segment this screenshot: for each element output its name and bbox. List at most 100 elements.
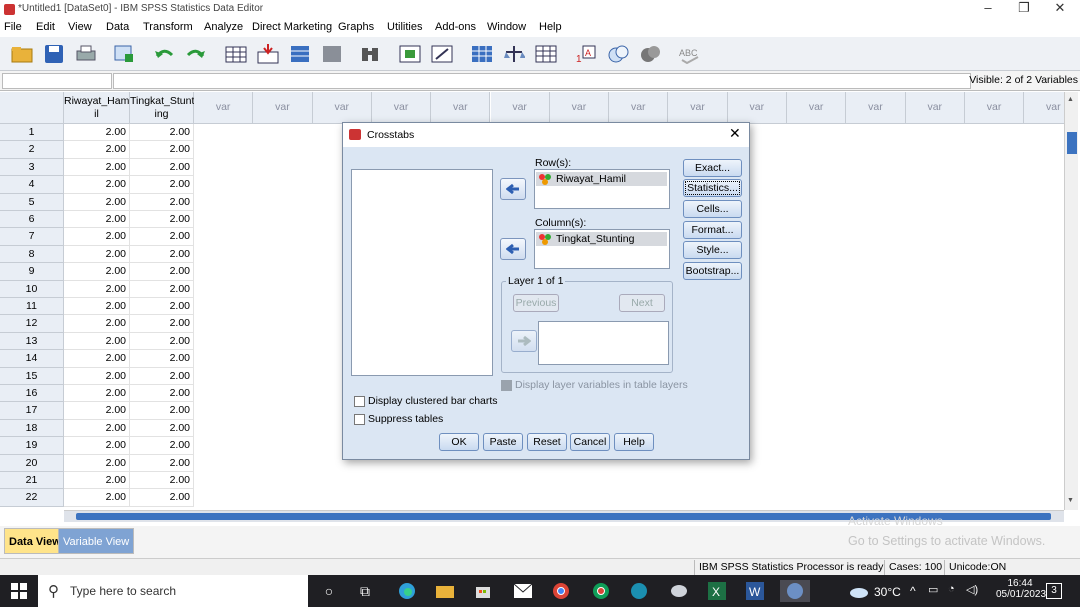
data-cell[interactable]: 2.00 — [130, 315, 194, 333]
row-header[interactable]: 16 — [0, 385, 64, 403]
cell-name-box[interactable] — [2, 73, 112, 89]
column-header-riwayat-hamil[interactable]: Riwayat_Ham il — [64, 92, 130, 124]
scroll-down-icon[interactable]: ▼ — [1067, 497, 1077, 505]
row-header[interactable]: 2 — [0, 141, 64, 159]
column-header-var[interactable]: var — [787, 92, 847, 124]
row-header[interactable]: 9 — [0, 263, 64, 281]
minimize-button[interactable]: – — [970, 0, 1006, 18]
column-header-var[interactable]: var — [668, 92, 728, 124]
data-cell[interactable]: 2.00 — [130, 332, 194, 351]
column-header-var[interactable]: var — [312, 92, 372, 124]
bootstrap-button[interactable]: Bootstrap... — [683, 262, 742, 280]
data-cell[interactable]: 2.00 — [64, 158, 130, 177]
goto-variable-icon[interactable] — [254, 41, 282, 67]
columns-list[interactable]: Tingkat_Stunting — [534, 229, 670, 269]
layer-list[interactable] — [538, 321, 669, 365]
menu-analyze[interactable]: Analyze — [204, 20, 243, 36]
windows-start-icon[interactable] — [6, 580, 32, 602]
data-cell[interactable]: 2.00 — [130, 176, 194, 194]
data-cell[interactable]: 2.00 — [64, 385, 130, 403]
data-cell[interactable]: 2.00 — [64, 332, 130, 351]
menu-addons[interactable]: Add-ons — [435, 20, 476, 36]
row-header[interactable]: 14 — [0, 350, 64, 368]
source-variable-list[interactable] — [351, 169, 493, 376]
menu-graphs[interactable]: Graphs — [338, 20, 374, 36]
data-cell[interactable]: 2.00 — [130, 367, 194, 385]
data-cell[interactable]: 2.00 — [130, 402, 194, 420]
data-cell[interactable]: 2.00 — [130, 385, 194, 403]
variables-icon[interactable] — [286, 41, 314, 67]
column-header-var[interactable]: var — [1024, 92, 1064, 124]
data-cell[interactable]: 2.00 — [64, 419, 130, 438]
column-header-var[interactable]: var — [490, 92, 550, 124]
edge-icon[interactable] — [394, 580, 420, 602]
column-header-var[interactable]: var — [549, 92, 610, 124]
data-cell[interactable]: 2.00 — [64, 193, 130, 211]
pen-app-icon[interactable] — [666, 580, 692, 602]
show-all-variables-icon[interactable] — [636, 41, 664, 67]
exact-button[interactable]: Exact... — [683, 159, 742, 177]
suppress-tables-checkbox[interactable] — [354, 414, 365, 425]
close-window-button[interactable]: ✕ — [1042, 0, 1078, 18]
statistics-button[interactable]: Statistics... — [683, 179, 742, 197]
dialog-close-icon[interactable]: ✕ — [729, 125, 741, 142]
column-header-var[interactable]: var — [846, 92, 906, 124]
rows-variable-item[interactable]: Riwayat_Hamil — [536, 172, 667, 186]
data-cell[interactable]: 2.00 — [130, 472, 194, 490]
clock[interactable]: 16:44 05/01/2023 — [996, 578, 1046, 600]
find-icon[interactable] — [356, 41, 384, 67]
data-cell[interactable]: 2.00 — [64, 245, 130, 264]
data-cell[interactable]: 2.00 — [64, 141, 130, 159]
data-cell[interactable]: 2.00 — [130, 211, 194, 229]
row-header[interactable]: 17 — [0, 402, 64, 420]
redo-icon[interactable] — [182, 41, 210, 67]
row-header[interactable]: 18 — [0, 419, 64, 438]
data-cell[interactable]: 2.00 — [64, 367, 130, 385]
run-descriptives-icon[interactable] — [318, 41, 346, 67]
data-cell[interactable]: 2.00 — [130, 489, 194, 507]
data-cell[interactable]: 2.00 — [130, 298, 194, 316]
value-labels-icon[interactable]: 1A — [572, 41, 600, 67]
style-button[interactable]: Style... — [683, 241, 742, 259]
data-cell[interactable]: 2.00 — [130, 437, 194, 455]
data-cell[interactable]: 2.00 — [64, 489, 130, 507]
cell-value-editor[interactable] — [113, 73, 971, 89]
ok-button[interactable]: OK — [439, 433, 479, 451]
data-cell[interactable]: 2.00 — [64, 437, 130, 455]
data-cell[interactable]: 2.00 — [130, 141, 194, 159]
chrome-icon[interactable] — [548, 580, 574, 602]
column-header-var[interactable]: var — [194, 92, 254, 124]
move-to-columns-button[interactable] — [500, 238, 526, 260]
data-cell[interactable]: 2.00 — [64, 211, 130, 229]
data-cell[interactable]: 2.00 — [64, 454, 130, 472]
menu-window[interactable]: Window — [487, 20, 526, 36]
excel-icon[interactable]: X — [704, 580, 730, 602]
row-header[interactable]: 19 — [0, 437, 64, 455]
data-cell[interactable]: 2.00 — [130, 124, 194, 142]
menu-data[interactable]: Data — [106, 20, 129, 36]
battery-icon[interactable]: ▭ — [928, 583, 938, 596]
data-cell[interactable]: 2.00 — [130, 454, 194, 472]
restore-button[interactable]: ❐ — [1006, 0, 1042, 18]
recall-dialog-icon[interactable] — [110, 41, 138, 67]
spss-taskbar-icon[interactable] — [780, 580, 810, 602]
menu-edit[interactable]: Edit — [36, 20, 55, 36]
mail-icon[interactable] — [510, 580, 536, 602]
select-cases-icon[interactable] — [532, 41, 560, 67]
reset-button[interactable]: Reset — [527, 433, 567, 451]
tab-data-view[interactable]: Data View — [4, 528, 66, 554]
spell-check-icon[interactable]: ABC — [676, 41, 704, 67]
data-cell[interactable]: 2.00 — [130, 350, 194, 368]
task-view-icon[interactable]: ⧉ — [352, 580, 378, 602]
store-icon[interactable] — [470, 580, 496, 602]
data-cell[interactable]: 2.00 — [64, 263, 130, 281]
volume-icon[interactable]: ◁) — [966, 583, 978, 596]
menu-file[interactable]: File — [4, 20, 22, 36]
rows-list[interactable]: Riwayat_Hamil — [534, 169, 670, 209]
row-header[interactable]: 7 — [0, 228, 64, 246]
data-cell[interactable]: 2.00 — [64, 280, 130, 298]
column-header-var[interactable]: var — [727, 92, 787, 124]
row-header[interactable]: 5 — [0, 193, 64, 211]
row-header[interactable]: 20 — [0, 454, 64, 472]
data-cell[interactable]: 2.00 — [130, 263, 194, 281]
